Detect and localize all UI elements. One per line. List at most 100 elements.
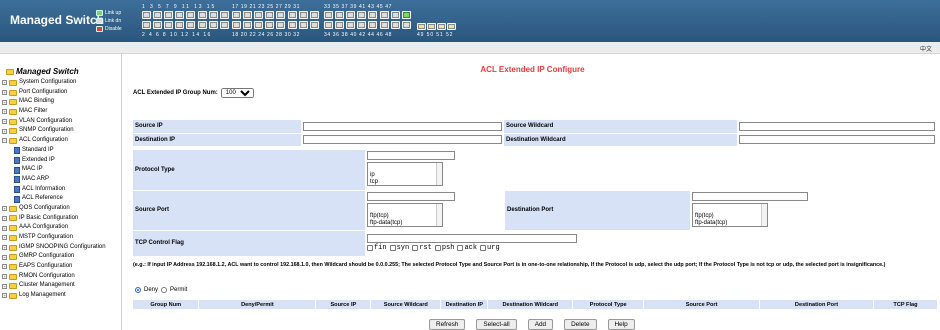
port-27[interactable] bbox=[287, 11, 297, 19]
protocol-option-ip[interactable]: ip bbox=[370, 172, 440, 179]
sidebar-item[interactable]: + MAC Filter bbox=[2, 107, 106, 117]
port-19[interactable] bbox=[243, 11, 253, 19]
sidebar-item[interactable]: + MAC Binding bbox=[2, 97, 106, 107]
checkbox[interactable] bbox=[412, 244, 419, 251]
expand-icon[interactable]: + bbox=[2, 245, 7, 251]
port-45[interactable] bbox=[390, 11, 400, 19]
sfp-port-51[interactable] bbox=[437, 23, 446, 30]
add-button[interactable]: Add bbox=[527, 319, 554, 330]
port-40[interactable] bbox=[357, 21, 367, 29]
permit-radio[interactable] bbox=[161, 287, 168, 293]
port-30[interactable] bbox=[298, 21, 308, 29]
help-button[interactable]: Help bbox=[607, 319, 635, 330]
sfp-port-52[interactable] bbox=[447, 23, 456, 30]
dest-port-option-1[interactable]: ftp(tcp) bbox=[695, 213, 765, 220]
language-link[interactable]: 中文 bbox=[920, 44, 932, 53]
sidebar-item[interactable]: − ACL Configuration bbox=[2, 136, 106, 146]
dest-wildcard-input[interactable] bbox=[739, 135, 935, 144]
checkbox[interactable] bbox=[457, 244, 464, 251]
port-39[interactable] bbox=[357, 11, 367, 19]
port-14[interactable] bbox=[208, 21, 218, 29]
port-20[interactable] bbox=[243, 21, 253, 29]
port-3[interactable] bbox=[153, 11, 163, 19]
sfp-port-50[interactable] bbox=[427, 23, 436, 30]
port-32[interactable] bbox=[309, 21, 319, 29]
port-4[interactable] bbox=[153, 21, 163, 29]
tcp-flag-input[interactable] bbox=[367, 233, 577, 243]
protocol-option-tcp[interactable]: tcp bbox=[370, 179, 440, 185]
expand-icon[interactable]: + bbox=[2, 206, 7, 212]
sidebar-item[interactable]: + QOS Configuration bbox=[2, 204, 106, 214]
sidebar-item[interactable]: + GMRP Configuration bbox=[2, 252, 106, 262]
port-8[interactable] bbox=[175, 21, 185, 29]
dest-ip-input[interactable] bbox=[303, 135, 502, 144]
sidebar-item[interactable]: + IGMP SNOOPING Configuration bbox=[2, 243, 106, 253]
port-15[interactable] bbox=[219, 11, 229, 19]
tcp-flag-urg[interactable]: urg bbox=[480, 244, 500, 252]
expand-icon[interactable]: + bbox=[2, 274, 7, 280]
port-42[interactable] bbox=[368, 21, 378, 29]
tcp-flag-syn[interactable]: syn bbox=[389, 244, 409, 252]
port-1[interactable] bbox=[142, 11, 151, 19]
port-31[interactable] bbox=[309, 11, 319, 19]
list-scrollbar[interactable] bbox=[436, 203, 442, 226]
port-26[interactable] bbox=[276, 21, 286, 29]
source-port-option-1[interactable]: ftp(tcp) bbox=[370, 213, 440, 220]
expand-icon[interactable]: + bbox=[2, 80, 7, 86]
port-25[interactable] bbox=[276, 11, 286, 19]
sidebar-item[interactable]: + VLAN Configuration bbox=[2, 117, 106, 127]
dest-port-list[interactable]: ftp(tcp) ftp-data(tcp) bbox=[692, 202, 768, 227]
sidebar-item[interactable]: + Log Management bbox=[2, 291, 106, 301]
group-num-select[interactable]: 100 bbox=[220, 88, 254, 98]
protocol-type-list[interactable]: ip tcp bbox=[367, 162, 443, 187]
checkbox[interactable] bbox=[389, 244, 396, 251]
port-24[interactable] bbox=[265, 21, 275, 29]
port-16[interactable] bbox=[219, 21, 229, 29]
port-28[interactable] bbox=[287, 21, 297, 29]
sidebar-item[interactable]: + MSTP Configuration bbox=[2, 233, 106, 243]
deny-radio[interactable] bbox=[135, 287, 141, 293]
expand-icon[interactable]: + bbox=[2, 119, 7, 125]
expand-icon[interactable]: + bbox=[2, 109, 7, 115]
sidebar-item[interactable]: + RMON Configuration bbox=[2, 272, 106, 282]
port-6[interactable] bbox=[164, 21, 174, 29]
expand-icon[interactable]: + bbox=[2, 235, 7, 241]
sidebar-item[interactable]: Standard IP bbox=[2, 146, 106, 156]
source-wildcard-input[interactable] bbox=[739, 121, 935, 131]
sidebar-item[interactable]: + Port Configuration bbox=[2, 88, 106, 98]
dest-port-input[interactable] bbox=[692, 191, 808, 201]
sidebar-item[interactable]: + AAA Configuration bbox=[2, 223, 106, 233]
port-41[interactable] bbox=[368, 11, 378, 19]
port-5[interactable] bbox=[164, 11, 174, 19]
port-36[interactable] bbox=[335, 21, 345, 29]
sidebar-item[interactable]: + EAPS Configuration bbox=[2, 262, 106, 272]
source-port-list[interactable]: ftp(tcp) ftp-data(tcp) bbox=[367, 202, 443, 227]
delete-button[interactable]: Delete bbox=[564, 319, 597, 330]
port-2[interactable] bbox=[142, 21, 151, 29]
source-ip-input[interactable] bbox=[303, 121, 502, 131]
sidebar-item[interactable]: MAC ARP bbox=[2, 175, 106, 185]
port-9[interactable] bbox=[186, 11, 196, 19]
refresh-button[interactable]: Refresh bbox=[429, 319, 466, 330]
port-38[interactable] bbox=[346, 21, 356, 29]
expand-icon[interactable]: + bbox=[2, 254, 7, 260]
source-port-option-2[interactable]: ftp-data(tcp) bbox=[370, 220, 440, 226]
expand-icon[interactable]: + bbox=[2, 215, 7, 221]
port-13[interactable] bbox=[208, 11, 218, 19]
port-17[interactable] bbox=[232, 11, 241, 19]
checkbox[interactable] bbox=[480, 244, 487, 251]
port-43[interactable] bbox=[379, 11, 389, 19]
checkbox[interactable] bbox=[367, 244, 373, 251]
port-18[interactable] bbox=[232, 21, 241, 29]
sidebar-item[interactable]: + System Configuration bbox=[2, 78, 106, 88]
dest-port-option-2[interactable]: ftp-data(tcp) bbox=[695, 220, 765, 226]
sidebar-item[interactable]: ACL Information bbox=[2, 185, 106, 195]
sfp-port-49[interactable] bbox=[417, 23, 426, 30]
port-47[interactable] bbox=[401, 11, 411, 19]
port-29[interactable] bbox=[298, 11, 308, 19]
port-7[interactable] bbox=[175, 11, 185, 19]
port-48[interactable] bbox=[401, 21, 411, 29]
port-44[interactable] bbox=[379, 21, 389, 29]
port-22[interactable] bbox=[254, 21, 264, 29]
tcp-flag-psh[interactable]: psh bbox=[434, 244, 454, 252]
